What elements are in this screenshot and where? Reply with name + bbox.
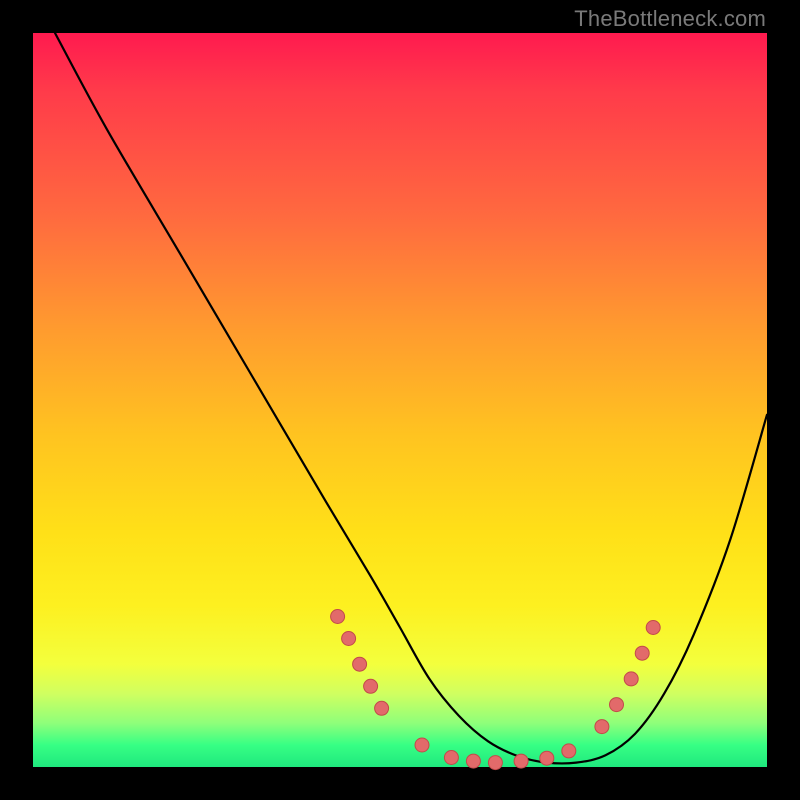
curve-marker bbox=[624, 672, 638, 686]
curve-marker bbox=[353, 657, 367, 671]
curve-marker bbox=[375, 701, 389, 715]
curve-marker bbox=[646, 621, 660, 635]
curve-marker bbox=[514, 754, 528, 768]
curve-marker bbox=[466, 754, 480, 768]
curve-marker bbox=[635, 646, 649, 660]
curve-marker bbox=[488, 756, 502, 770]
app-frame: TheBottleneck.com bbox=[0, 0, 800, 800]
curve-marker bbox=[342, 632, 356, 646]
curve-marker bbox=[540, 751, 554, 765]
curve-marker bbox=[364, 679, 378, 693]
curve-marker bbox=[415, 738, 429, 752]
bottleneck-chart bbox=[33, 33, 767, 767]
watermark-text: TheBottleneck.com bbox=[574, 6, 766, 32]
curve-marker bbox=[610, 698, 624, 712]
curve-marker bbox=[444, 751, 458, 765]
curve-marker bbox=[595, 720, 609, 734]
bottleneck-curve-line bbox=[55, 33, 767, 763]
curve-marker bbox=[331, 610, 345, 624]
curve-marker bbox=[562, 744, 576, 758]
